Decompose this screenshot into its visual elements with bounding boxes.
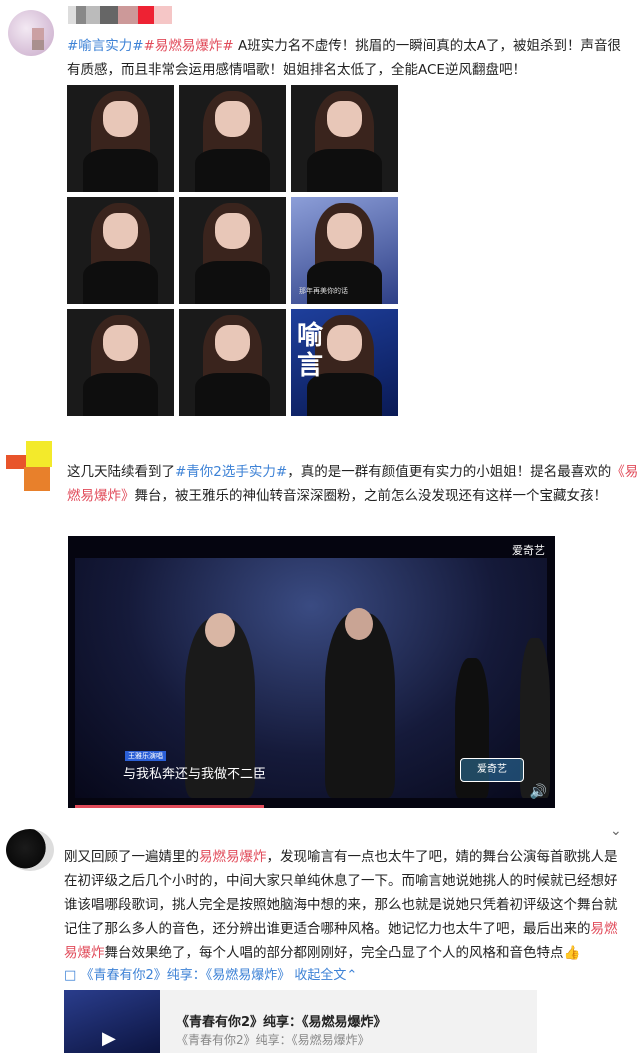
volume-icon[interactable]: 🔊 [530, 784, 547, 800]
video-link[interactable]: 《青春有你2》纯享：《易燃易爆炸》 [80, 968, 290, 983]
video-subtitle: 与我私奔还与我做不二臣 [123, 767, 267, 782]
user-avatar[interactable] [8, 10, 54, 56]
hashtag-link[interactable]: #喻言实力# [67, 38, 144, 54]
subtitle-tag: 王雅乐演唱 [125, 751, 166, 761]
video-card[interactable]: ▶ 《青春有你2》纯享：《易燃易爆炸》 《青春有你2》纯享：《易燃易爆炸》 [64, 990, 537, 1053]
photo-thumbnail[interactable] [67, 85, 174, 192]
video-card-subtitle: 《青春有你2》纯享：《易燃易爆炸》 [176, 1033, 370, 1047]
user-avatar[interactable] [6, 829, 54, 871]
username-blurred[interactable] [68, 6, 172, 24]
play-icon[interactable]: ▶ [102, 1028, 116, 1049]
song-link[interactable]: 易燃易爆炸 [199, 849, 267, 865]
video-logo: 爱奇艺 [512, 544, 545, 557]
photo-thumbnail[interactable] [179, 197, 286, 304]
video-icon: □ [64, 968, 77, 983]
calligraphy-text: 喻言 [297, 321, 324, 381]
photo-thumbnail[interactable] [67, 309, 174, 416]
video-player[interactable]: 爱奇艺 王雅乐演唱 与我私奔还与我做不二臣 爱奇艺 🔊 [68, 536, 555, 808]
photo-thumbnail[interactable] [291, 85, 398, 192]
user-avatar[interactable] [6, 441, 52, 493]
hashtag-link[interactable]: #易燃易爆炸# [144, 38, 234, 54]
post-text: 这几天陆续看到了#青你2选手实力#，真的是一群有颜值更有实力的小姐姐！提名最喜欢… [67, 464, 639, 504]
collapse-button[interactable]: 收起全文 [294, 968, 346, 983]
post-text: #喻言实力##易燃易爆炸# A班实力名不虚传！挑眉的一瞬间真的太A了，被姐杀到！… [67, 34, 632, 82]
thumbs-up-icon: 👍 [563, 945, 581, 961]
video-link-row: □ 《青春有你2》纯享：《易燃易爆炸》 收起全文⌃ [64, 964, 357, 983]
hashtag-link[interactable]: #青你2选手实力# [175, 464, 287, 480]
video-card-thumbnail[interactable]: ▶ [64, 990, 160, 1053]
photo-thumbnail[interactable]: 那年再美你的话 [291, 197, 398, 304]
chevron-up-icon[interactable]: ⌃ [346, 968, 357, 983]
photo-thumbnail[interactable] [179, 309, 286, 416]
photo-grid: 那年再美你的话 喻言 [67, 85, 398, 416]
video-card-title: 《青春有你2》纯享：《易燃易爆炸》 [176, 1015, 387, 1030]
post-text: 刚又回顾了一遍婧里的易燃易爆炸，发现喻言有一点也太牛了吧，婧的舞台公演每首歌挑人… [64, 849, 618, 961]
avatar-mosaic [32, 28, 44, 40]
avatar-mosaic [32, 40, 44, 50]
photo-thumbnail[interactable]: 喻言 [291, 309, 398, 416]
video-watermark: 爱奇艺 [460, 758, 524, 782]
photo-caption: 那年再美你的话 [299, 287, 348, 295]
video-progress-bar[interactable] [75, 805, 264, 808]
photo-thumbnail[interactable] [179, 85, 286, 192]
chevron-down-icon[interactable]: ⌄ [610, 823, 622, 839]
photo-thumbnail[interactable] [67, 197, 174, 304]
